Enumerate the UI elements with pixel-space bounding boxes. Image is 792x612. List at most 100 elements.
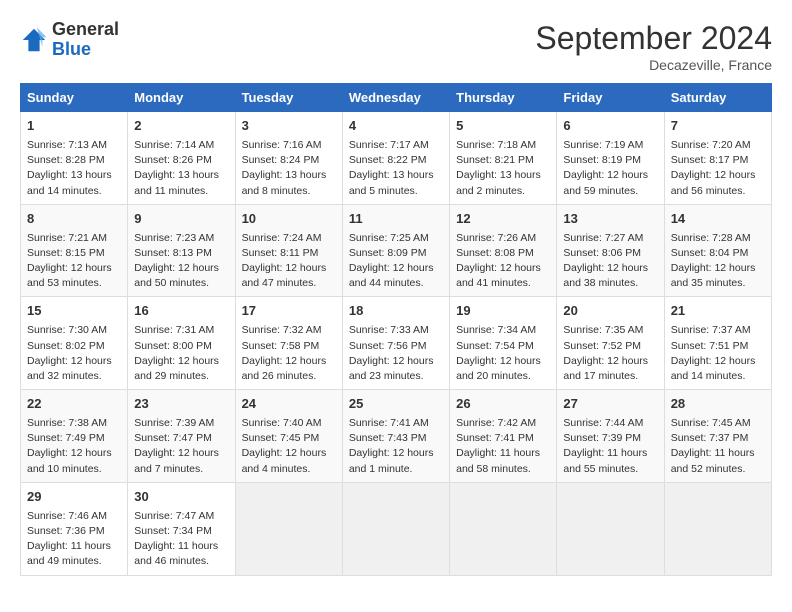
day-info: Daylight: 12 hours xyxy=(563,168,657,183)
day-info: and 4 minutes. xyxy=(242,462,336,477)
day-info: Sunrise: 7:23 AM xyxy=(134,231,228,246)
calendar-cell: 9Sunrise: 7:23 AMSunset: 8:13 PMDaylight… xyxy=(128,204,235,297)
day-info: and 53 minutes. xyxy=(27,276,121,291)
day-info: Sunrise: 7:47 AM xyxy=(134,509,228,524)
day-info: and 50 minutes. xyxy=(134,276,228,291)
day-info: and 23 minutes. xyxy=(349,369,443,384)
day-info: Daylight: 11 hours xyxy=(671,446,765,461)
day-info: Daylight: 11 hours xyxy=(456,446,550,461)
calendar-cell: 12Sunrise: 7:26 AMSunset: 8:08 PMDayligh… xyxy=(450,204,557,297)
day-info: Sunrise: 7:25 AM xyxy=(349,231,443,246)
day-info: Sunset: 7:34 PM xyxy=(134,524,228,539)
calendar-cell: 26Sunrise: 7:42 AMSunset: 7:41 PMDayligh… xyxy=(450,390,557,483)
day-info: Daylight: 12 hours xyxy=(27,261,121,276)
day-info: Daylight: 12 hours xyxy=(27,446,121,461)
day-number: 25 xyxy=(349,395,443,414)
day-info: Sunrise: 7:40 AM xyxy=(242,416,336,431)
day-info: Sunset: 7:58 PM xyxy=(242,339,336,354)
calendar-cell: 2Sunrise: 7:14 AMSunset: 8:26 PMDaylight… xyxy=(128,112,235,205)
logo: General Blue xyxy=(20,20,119,60)
day-info: Sunrise: 7:41 AM xyxy=(349,416,443,431)
calendar-cell: 30Sunrise: 7:47 AMSunset: 7:34 PMDayligh… xyxy=(128,482,235,575)
calendar-cell: 21Sunrise: 7:37 AMSunset: 7:51 PMDayligh… xyxy=(664,297,771,390)
day-info: Sunrise: 7:27 AM xyxy=(563,231,657,246)
calendar-cell: 19Sunrise: 7:34 AMSunset: 7:54 PMDayligh… xyxy=(450,297,557,390)
day-info: and 8 minutes. xyxy=(242,184,336,199)
day-info: Sunset: 8:26 PM xyxy=(134,153,228,168)
day-number: 7 xyxy=(671,117,765,136)
calendar-cell: 13 Sunrise: 7:27 AMSunset: 8:06 PMDayligh… xyxy=(557,204,664,297)
logo-blue-text: Blue xyxy=(52,40,119,60)
calendar-cell: 28Sunrise: 7:45 AMSunset: 7:37 PMDayligh… xyxy=(664,390,771,483)
day-number: 8 xyxy=(27,210,121,229)
day-number: 17 xyxy=(242,302,336,321)
day-info: Daylight: 12 hours xyxy=(563,261,657,276)
day-info: Sunset: 8:15 PM xyxy=(27,246,121,261)
day-info: Sunset: 8:06 PM xyxy=(563,246,657,261)
calendar-cell: 27Sunrise: 7:44 AMSunset: 7:39 PMDayligh… xyxy=(557,390,664,483)
day-number: 13 xyxy=(563,210,657,229)
day-info: Sunrise: 7:21 AM xyxy=(27,231,121,246)
day-info: Daylight: 12 hours xyxy=(671,168,765,183)
day-info: Daylight: 12 hours xyxy=(134,354,228,369)
day-info: Sunset: 8:21 PM xyxy=(456,153,550,168)
day-info: Sunset: 8:02 PM xyxy=(27,339,121,354)
day-info: Sunset: 8:19 PM xyxy=(563,153,657,168)
day-info: Sunrise: 7:33 AM xyxy=(349,323,443,338)
day-number: 11 xyxy=(349,210,443,229)
calendar-cell: 16Sunrise: 7:31 AMSunset: 8:00 PMDayligh… xyxy=(128,297,235,390)
day-info: Daylight: 12 hours xyxy=(349,261,443,276)
day-info: Daylight: 12 hours xyxy=(134,446,228,461)
calendar-table: SundayMondayTuesdayWednesdayThursdayFrid… xyxy=(20,83,772,576)
day-info: Sunrise: 7:20 AM xyxy=(671,138,765,153)
day-info: and 20 minutes. xyxy=(456,369,550,384)
day-info: and 2 minutes. xyxy=(456,184,550,199)
day-info: Sunset: 7:56 PM xyxy=(349,339,443,354)
day-info: and 14 minutes. xyxy=(27,184,121,199)
calendar-cell: 17Sunrise: 7:32 AMSunset: 7:58 PMDayligh… xyxy=(235,297,342,390)
day-info: Sunrise: 7:46 AM xyxy=(27,509,121,524)
day-info: Sunrise: 7:14 AM xyxy=(134,138,228,153)
day-info: Sunset: 7:36 PM xyxy=(27,524,121,539)
day-number: 21 xyxy=(671,302,765,321)
day-info: Sunset: 8:08 PM xyxy=(456,246,550,261)
day-info: Sunrise: 7:19 AM xyxy=(563,138,657,153)
day-info: Daylight: 13 hours xyxy=(349,168,443,183)
calendar-cell: 18 Sunrise: 7:33 AMSunset: 7:56 PMDayligh… xyxy=(342,297,449,390)
day-info: Sunrise: 7:18 AM xyxy=(456,138,550,153)
day-number: 10 xyxy=(242,210,336,229)
day-info: Sunset: 8:28 PM xyxy=(27,153,121,168)
day-info: Sunrise: 7:45 AM xyxy=(671,416,765,431)
day-info: Sunset: 7:47 PM xyxy=(134,431,228,446)
location-text: Decazeville, France xyxy=(535,57,772,73)
day-number: 2 xyxy=(134,117,228,136)
day-info: Sunset: 8:24 PM xyxy=(242,153,336,168)
day-info: Daylight: 12 hours xyxy=(349,354,443,369)
day-info: Sunset: 7:49 PM xyxy=(27,431,121,446)
calendar-cell xyxy=(450,482,557,575)
day-info: Daylight: 11 hours xyxy=(27,539,121,554)
day-info: and 14 minutes. xyxy=(671,369,765,384)
day-info: and 59 minutes. xyxy=(563,184,657,199)
weekday-header: Monday xyxy=(128,84,235,112)
day-info: Sunrise: 7:39 AM xyxy=(134,416,228,431)
calendar-cell: 25Sunrise: 7:41 AMSunset: 7:43 PMDayligh… xyxy=(342,390,449,483)
calendar-cell: 29 Sunrise: 7:46 AMSunset: 7:36 PMDayligh… xyxy=(21,482,128,575)
day-number: 18 xyxy=(349,302,443,321)
day-info: Daylight: 12 hours xyxy=(27,354,121,369)
day-number: 9 xyxy=(134,210,228,229)
day-number: 29 xyxy=(27,488,121,507)
day-number: 23 xyxy=(134,395,228,414)
month-title: September 2024 xyxy=(535,20,772,57)
day-number: 20 xyxy=(563,302,657,321)
day-number: 16 xyxy=(134,302,228,321)
calendar-cell: 23 Sunrise: 7:39 AMSunset: 7:47 PMDayligh… xyxy=(128,390,235,483)
calendar-cell: 14Sunrise: 7:28 AMSunset: 8:04 PMDayligh… xyxy=(664,204,771,297)
day-info: and 29 minutes. xyxy=(134,369,228,384)
day-info: and 11 minutes. xyxy=(134,184,228,199)
day-info: Sunrise: 7:38 AM xyxy=(27,416,121,431)
calendar-cell: 1Sunrise: 7:13 AMSunset: 8:28 PMDaylight… xyxy=(21,112,128,205)
calendar-cell: 20Sunrise: 7:35 AMSunset: 7:52 PMDayligh… xyxy=(557,297,664,390)
day-info: Sunset: 8:04 PM xyxy=(671,246,765,261)
day-number: 4 xyxy=(349,117,443,136)
